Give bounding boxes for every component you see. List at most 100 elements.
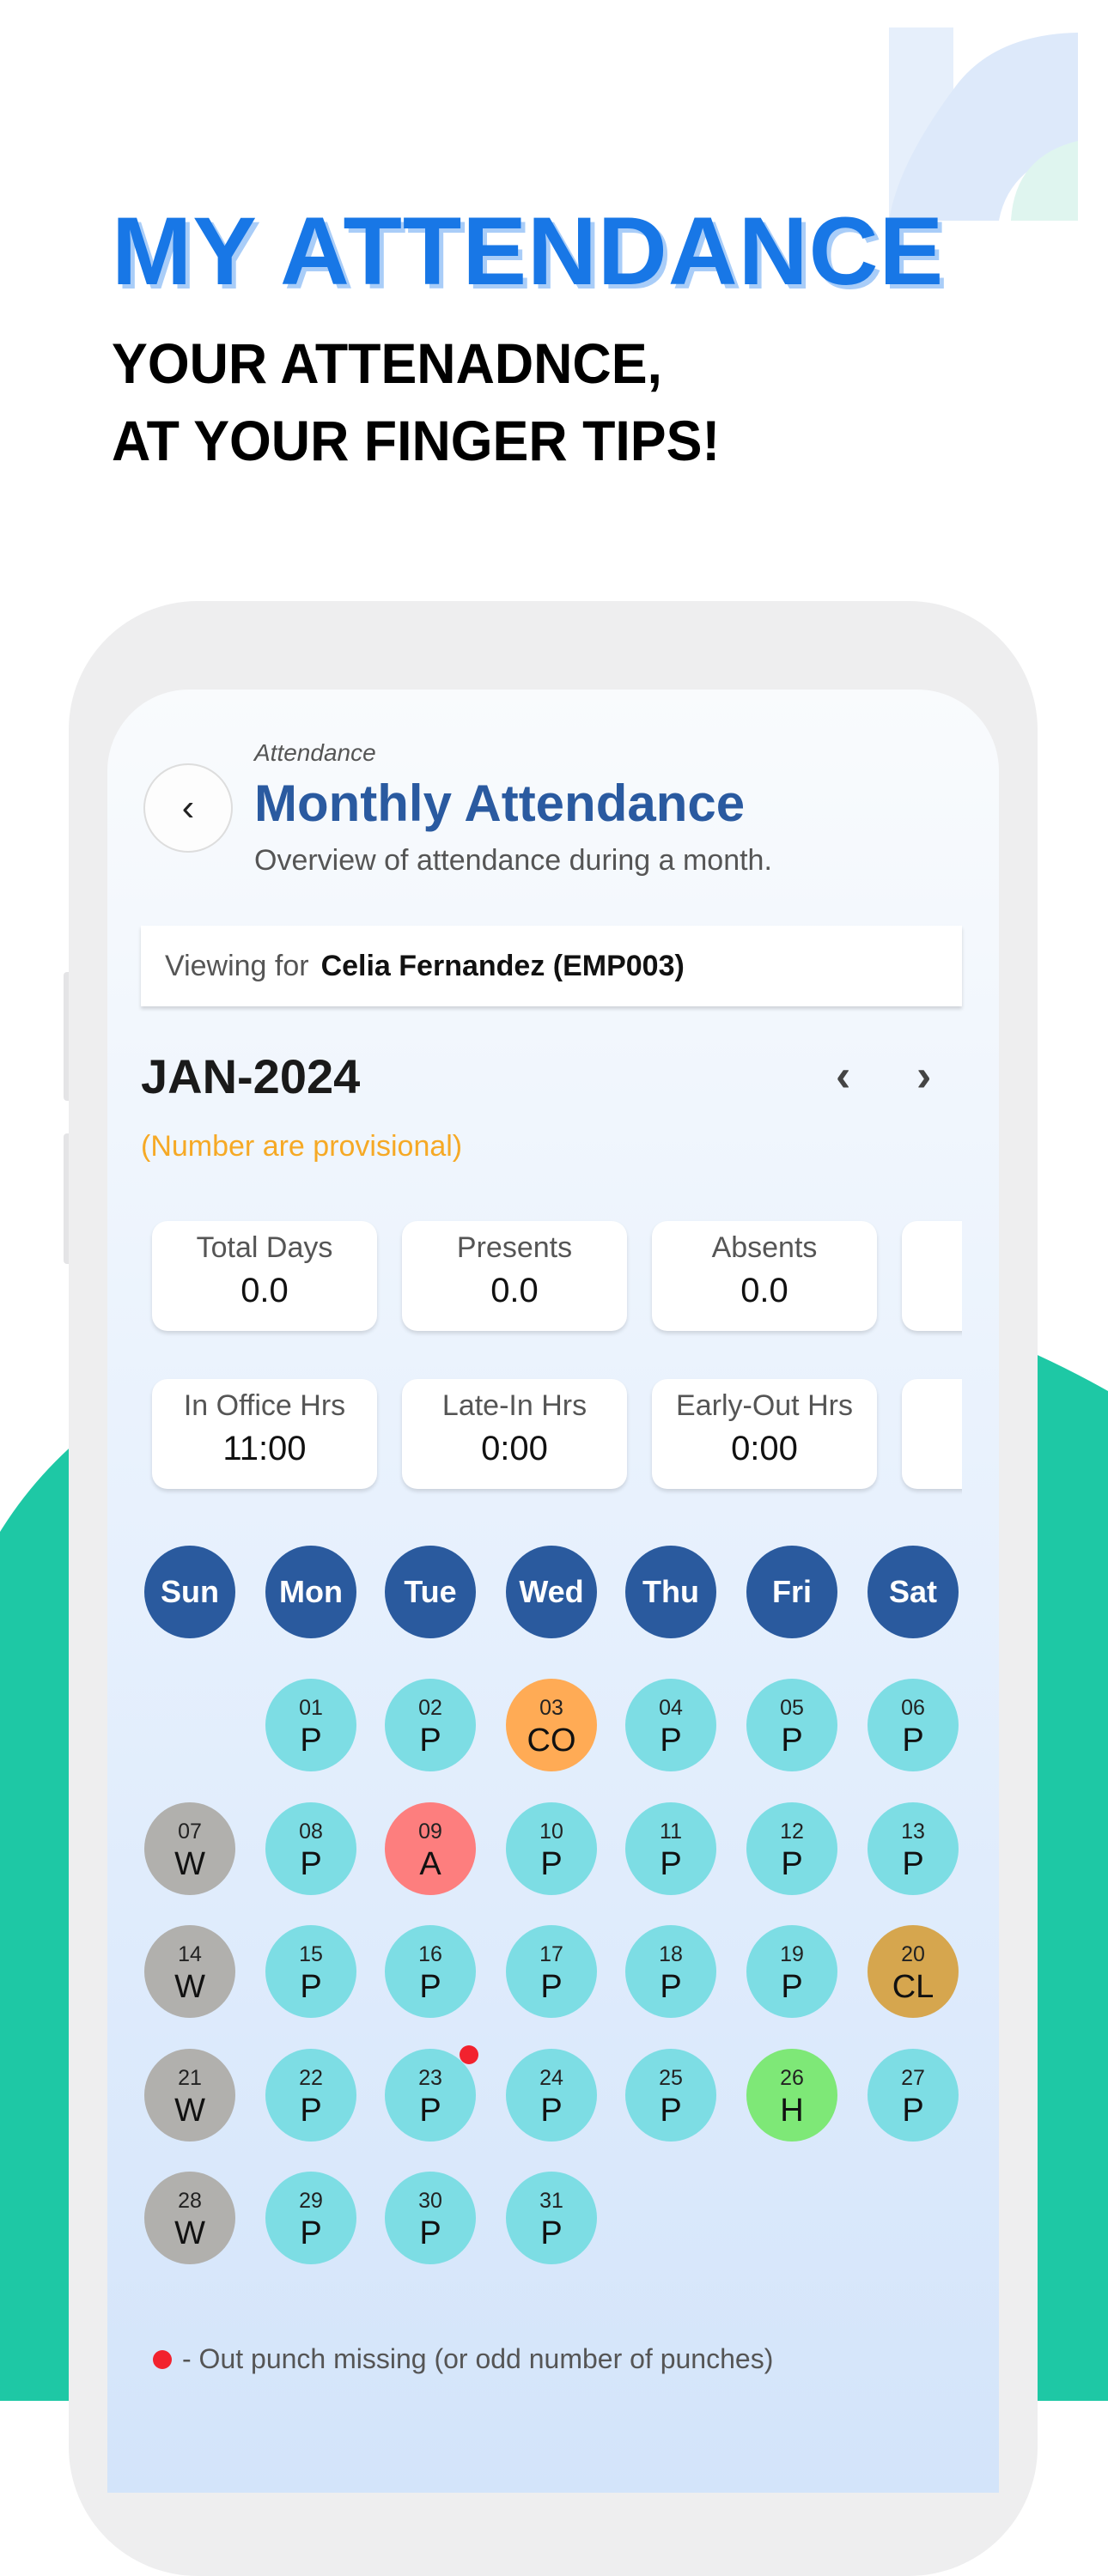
day-status: W (174, 2092, 205, 2129)
day-status: P (540, 2092, 563, 2129)
stat-value: 0.0 (490, 1272, 539, 1309)
calendar-day[interactable]: 14 W (144, 1925, 235, 2018)
stat-value: 11:00 (222, 1430, 307, 1467)
stat-card[interactable]: Pa (902, 1221, 962, 1331)
stat-label: Pa (902, 1231, 962, 1265)
day-number: 08 (299, 1819, 323, 1844)
day-status: P (300, 1845, 322, 1882)
calendar-day[interactable]: 31 P (506, 2172, 597, 2264)
day-number: 27 (901, 2065, 925, 2090)
day-number: 16 (418, 1942, 442, 1966)
calendar-day[interactable]: 01 P (265, 1679, 356, 1771)
weekday-header: Thu (625, 1546, 716, 1638)
day-number: 24 (539, 2065, 563, 2090)
stat-card[interactable]: Lat (902, 1379, 962, 1489)
weekday-header: Fri (746, 1546, 837, 1638)
day-status: P (300, 1722, 322, 1759)
calendar-day[interactable]: 26 H (746, 2048, 837, 2142)
stat-card[interactable]: Total Days 0.0 (152, 1221, 377, 1331)
legend: - Out punch missing (or odd number of pu… (141, 2343, 773, 2375)
day-status: P (419, 1969, 441, 2005)
stat-label: Early-Out Hrs (676, 1389, 853, 1422)
calendar-day[interactable]: 13 P (868, 1801, 959, 1895)
day-number: 13 (901, 1819, 925, 1844)
calendar-day[interactable]: 21 W (144, 2048, 235, 2142)
weekday-header: Wed (506, 1546, 597, 1638)
calendar-day[interactable]: 07 W (144, 1801, 235, 1895)
calendar-day[interactable]: 28 W (144, 2172, 235, 2264)
prev-month-button[interactable]: ‹ (836, 1050, 850, 1102)
stat-value: 0:00 (481, 1430, 548, 1467)
calendar-day[interactable]: 22 P (265, 2048, 356, 2142)
calendar-day[interactable]: 24 P (506, 2048, 597, 2142)
calendar-day[interactable]: 05 P (746, 1679, 837, 1771)
calendar-day[interactable]: 29 P (265, 2172, 356, 2264)
weekday-header: Sat (868, 1546, 959, 1638)
back-button[interactable]: ‹ (143, 763, 233, 853)
day-number: 29 (299, 2189, 323, 2213)
viewing-for-card[interactable]: Viewing for Celia Fernandez (EMP003) (141, 926, 962, 1006)
stat-card[interactable]: In Office Hrs 11:00 (152, 1379, 377, 1489)
calendar-day[interactable]: 20 CL (868, 1925, 959, 2018)
calendar-day[interactable]: 16 P (385, 1925, 476, 2018)
stats-row-counts[interactable]: Total Days 0.0 Presents 0.0 Absents 0.0 Pa (141, 1212, 962, 1341)
calendar-day[interactable]: 19 P (746, 1925, 837, 2018)
stat-card[interactable]: Absents 0.0 (652, 1221, 877, 1331)
day-status: P (781, 1969, 803, 2005)
stat-card[interactable]: Early-Out Hrs 0:00 (652, 1379, 877, 1489)
day-status: W (174, 1845, 205, 1882)
chevron-left-icon: ‹ (836, 1051, 851, 1101)
stat-value: 0.0 (740, 1272, 788, 1309)
calendar-day[interactable]: 17 P (506, 1925, 597, 2018)
calendar-day[interactable]: 04 P (625, 1679, 716, 1771)
calendar-day[interactable]: 10 P (506, 1801, 597, 1895)
calendar-day[interactable]: 23 P (385, 2048, 476, 2142)
stat-card[interactable]: Presents 0.0 (402, 1221, 627, 1331)
calendar-day[interactable]: 27 P (868, 2048, 959, 2142)
day-number: 10 (539, 1819, 563, 1844)
calendar-day[interactable]: 08 P (265, 1801, 356, 1895)
day-status: CL (892, 1969, 934, 2005)
calendar-day[interactable]: 09 A (385, 1801, 476, 1895)
day-status: P (419, 2215, 441, 2251)
calendar-day[interactable]: 25 P (625, 2048, 716, 2142)
day-number: 28 (178, 2189, 202, 2213)
next-month-button[interactable]: › (916, 1050, 931, 1102)
day-status: P (902, 2092, 924, 2129)
calendar-day[interactable]: 15 P (265, 1925, 356, 2018)
day-number: 17 (539, 1942, 563, 1966)
stats-row-hours[interactable]: In Office Hrs 11:00 Late-In Hrs 0:00 Early-O… (141, 1370, 962, 1499)
calendar-day[interactable]: 06 P (868, 1679, 959, 1771)
calendar-day[interactable]: 02 P (385, 1679, 476, 1771)
calendar-day[interactable]: 11 P (625, 1801, 716, 1895)
calendar-day[interactable]: 03 CO (506, 1679, 597, 1771)
day-number: 02 (418, 1696, 442, 1720)
day-status: P (902, 1845, 924, 1882)
chevron-left-icon: ‹ (181, 787, 195, 829)
calendar-day[interactable]: 30 P (385, 2172, 476, 2264)
app-screen: ‹ Attendance Monthly Attendance Overview… (107, 690, 999, 2493)
breadcrumb: Attendance (254, 739, 376, 766)
legend-text: - Out punch missing (or odd number of pu… (182, 2343, 774, 2374)
day-number: 30 (418, 2189, 442, 2213)
weekday-header: Mon (265, 1546, 356, 1638)
stat-label: Lat (902, 1389, 962, 1423)
decorative-logo-shape (889, 27, 1078, 221)
calendar-day[interactable]: 18 P (625, 1925, 716, 2018)
day-number: 23 (418, 2065, 442, 2090)
viewing-for-label: Viewing for (165, 949, 309, 982)
weekday-header: Tue (385, 1546, 476, 1638)
page-title: Monthly Attendance (254, 775, 746, 832)
calendar-day[interactable]: 12 P (746, 1801, 837, 1895)
day-number: 11 (660, 1819, 682, 1844)
hero-subtitle-line-1: YOUR ATTENADNCE, (112, 331, 662, 395)
day-number: 05 (780, 1696, 804, 1720)
day-status: P (300, 2092, 322, 2129)
stat-card[interactable]: Late-In Hrs 0:00 (402, 1379, 627, 1489)
stat-label: In Office Hrs (183, 1389, 346, 1422)
day-status: P (419, 2092, 441, 2129)
day-status: A (419, 1845, 441, 1882)
month-label: JAN-2024 (141, 1049, 361, 1103)
day-status: P (300, 1969, 322, 2005)
day-status: P (660, 1969, 682, 2005)
